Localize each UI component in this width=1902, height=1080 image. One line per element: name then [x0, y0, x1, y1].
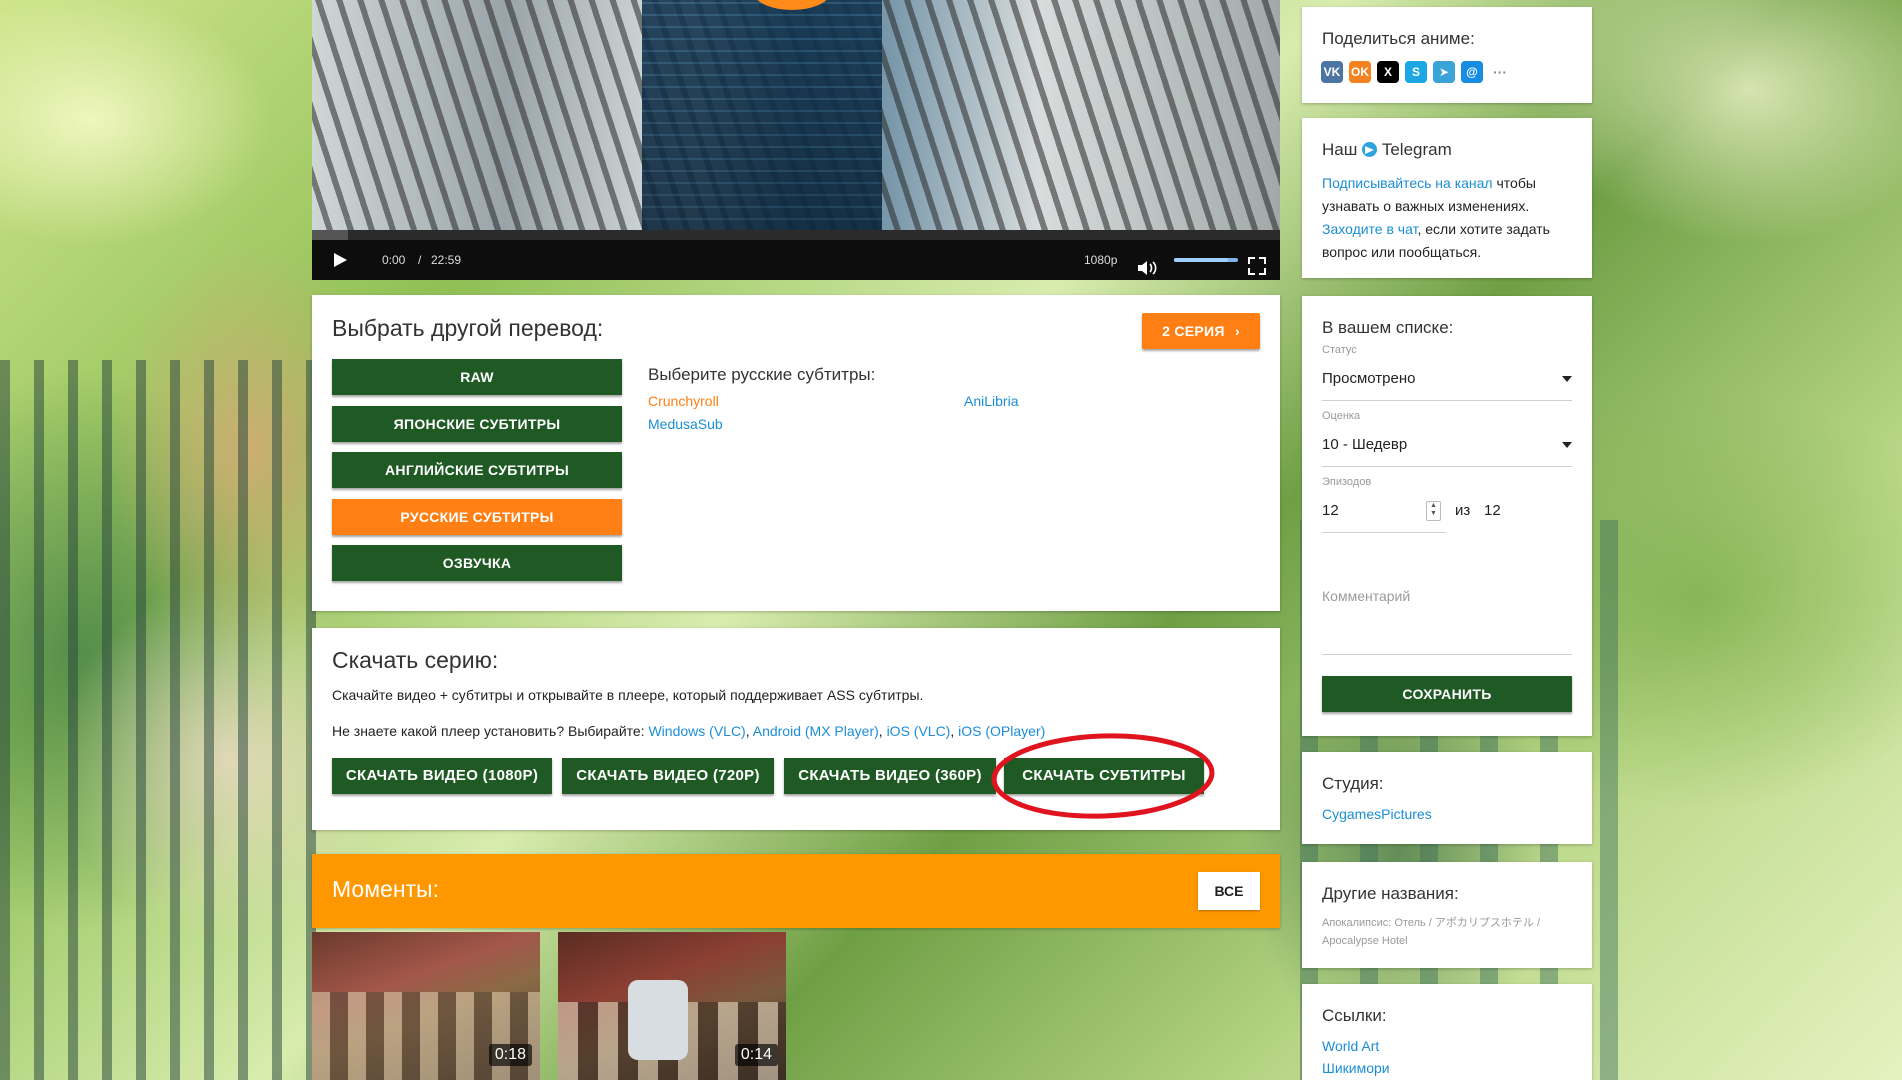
moments-all-button[interactable]: ВСЕ: [1198, 872, 1260, 910]
moment-thumbnail[interactable]: 0:14: [558, 932, 786, 1080]
player-link-ios-vlc[interactable]: iOS (VLC): [887, 723, 951, 739]
comment-field[interactable]: Комментарий: [1322, 588, 1410, 604]
link-world-art[interactable]: World Art: [1322, 1038, 1379, 1054]
save-button[interactable]: СОХРАНИТЬ: [1322, 676, 1572, 712]
translation-type-button[interactable]: АНГЛИЙСКИЕ СУБТИТРЫ: [332, 452, 622, 488]
video-progress-bar[interactable]: [312, 230, 1280, 240]
other-names-card: Другие названия: Апокалипсис: Отель / アポ…: [1302, 862, 1592, 968]
skype-icon[interactable]: S: [1405, 61, 1427, 83]
moimir-icon[interactable]: @: [1461, 61, 1483, 83]
video-frame-building: [642, 0, 882, 230]
time-separator: /: [418, 253, 422, 267]
download-720p-button[interactable]: СКАЧАТЬ ВИДЕО (720P): [562, 758, 774, 794]
video-buffer-bar: [312, 230, 348, 240]
chevron-right-icon: ›: [1234, 323, 1240, 339]
x-icon[interactable]: X: [1377, 61, 1399, 83]
fullscreen-icon[interactable]: [1248, 251, 1266, 275]
telegram-card: Наш Telegram Подписывайтесь на канал что…: [1302, 118, 1592, 278]
episodes-of: из: [1455, 502, 1471, 519]
other-names-title: Другие названия:: [1322, 884, 1459, 903]
translation-type-button[interactable]: RAW: [332, 359, 622, 395]
telegram-title: Наш Telegram: [1322, 140, 1452, 160]
sub-crunchyroll[interactable]: Crunchyroll: [648, 393, 719, 409]
episodes-underline: [1322, 532, 1446, 533]
download-1080p-button[interactable]: СКАЧАТЬ ВИДЕО (1080P): [332, 758, 552, 794]
volume-slider[interactable]: [1174, 258, 1238, 262]
episodes-total: 12: [1484, 502, 1501, 519]
status-underline: [1322, 400, 1572, 401]
list-title: В вашем списке:: [1322, 318, 1454, 337]
rating-select[interactable]: 10 - Шедевр: [1322, 436, 1407, 453]
next-episode-button[interactable]: 2 СЕРИЯ ›: [1142, 313, 1260, 349]
background-railing: [0, 360, 330, 1080]
share-title: Поделиться аниме:: [1322, 29, 1475, 48]
translation-type-button[interactable]: РУССКИЕ СУБТИТРЫ: [332, 498, 622, 535]
translation-card: Выбрать другой перевод: 2 СЕРИЯ › RAW ЯПО…: [312, 295, 1280, 611]
telegram-chat-link[interactable]: Заходите в чат: [1322, 221, 1417, 237]
telegram-text: Подписывайтесь на канал чтобы узнавать о…: [1322, 172, 1577, 264]
chevron-down-icon[interactable]: [1562, 376, 1572, 382]
rating-underline: [1322, 466, 1572, 467]
links-card: Ссылки: World Art Шикимори: [1302, 984, 1592, 1080]
moments-header: Моменты: ВСЕ: [312, 854, 1280, 928]
telegram-icon[interactable]: ➤: [1433, 61, 1455, 83]
separator: ,: [745, 723, 750, 739]
moment-duration: 0:14: [734, 1044, 778, 1066]
episodes-input[interactable]: 12: [1322, 502, 1339, 519]
video-controls: 0:00 / 22:59 1080p: [312, 240, 1280, 280]
share-icons: VK OK X S ➤ @ ···: [1321, 61, 1521, 83]
studio-link[interactable]: CygamesPictures: [1322, 806, 1432, 822]
player-link-android[interactable]: Android (MX Player): [753, 723, 879, 739]
play-icon[interactable]: [334, 253, 347, 267]
link-shikimori[interactable]: Шикимори: [1322, 1060, 1390, 1076]
highlight-ellipse: [991, 733, 1215, 819]
translation-type-button[interactable]: ЯПОНСКИЕ СУБТИТРЫ: [332, 405, 622, 442]
download-card: Скачать серию: Скачайте видео + субтитры…: [312, 628, 1280, 830]
separator: ,: [950, 723, 955, 739]
download-360p-button[interactable]: СКАЧАТЬ ВИДЕО (360P): [784, 758, 996, 794]
studio-card: Студия: CygamesPictures: [1302, 752, 1592, 844]
links-title: Ссылки:: [1322, 1006, 1387, 1025]
volume-icon[interactable]: [1138, 252, 1158, 275]
player-question: Не знаете какой плеер установить? Выбира…: [332, 723, 645, 739]
next-episode-label: 2 СЕРИЯ: [1162, 323, 1225, 339]
rating-label: Оценка: [1322, 410, 1361, 422]
player-link-windows[interactable]: Windows (VLC): [648, 723, 745, 739]
thumbnail-floor: [312, 992, 540, 1080]
time-total: 22:59: [431, 253, 462, 267]
other-names-value: Апокалипсис: Отель / アポカリプスホテル / Apocaly…: [1322, 917, 1541, 947]
subs-title: Выберите русские субтитры:: [648, 365, 876, 384]
download-description: Скачайте видео + субтитры и открывайте в…: [332, 687, 924, 703]
time-current: 0:00: [382, 253, 406, 267]
telegram-icon: [1362, 142, 1378, 157]
status-label: Статус: [1322, 344, 1357, 356]
user-list-card: В вашем списке: Статус Просмотрено Оценк…: [1302, 296, 1592, 736]
telegram-title-prefix: Наш: [1322, 140, 1358, 159]
download-title: Скачать серию:: [332, 647, 499, 673]
translation-type-button[interactable]: ОЗВУЧКА: [332, 545, 622, 581]
sub-medusasub[interactable]: MedusaSub: [648, 416, 723, 432]
moments-title: Моменты:: [332, 876, 439, 902]
translation-title: Выбрать другой перевод:: [332, 315, 604, 341]
thumbnail-figure: [628, 980, 688, 1060]
more-icon[interactable]: ···: [1489, 61, 1511, 83]
player-suggestion: Не знаете какой плеер установить? Выбира…: [332, 723, 1045, 739]
share-card: Поделиться аниме: VK OK X S ➤ @ ···: [1302, 7, 1592, 103]
studio-title: Студия:: [1322, 774, 1384, 793]
telegram-subscribe-link[interactable]: Подписывайтесь на канал: [1322, 175, 1493, 191]
moment-duration: 0:18: [488, 1044, 532, 1066]
video-player[interactable]: 0:00 / 22:59 1080p: [312, 0, 1280, 280]
status-select[interactable]: Просмотрено: [1322, 370, 1415, 387]
odnoklassniki-icon[interactable]: OK: [1349, 61, 1371, 83]
telegram-title-suffix: Telegram: [1381, 140, 1452, 159]
quality-selector[interactable]: 1080p: [1084, 240, 1117, 280]
episodes-stepper-icon[interactable]: ▲ ▼: [1426, 501, 1441, 521]
separator: ,: [878, 723, 883, 739]
sub-anilibria[interactable]: AniLibria: [964, 393, 1018, 409]
chevron-down-icon[interactable]: [1562, 442, 1572, 448]
comment-underline: [1322, 654, 1572, 655]
vk-icon[interactable]: VK: [1321, 61, 1343, 83]
moment-thumbnail[interactable]: 0:18: [312, 932, 540, 1080]
episodes-label: Эпизодов: [1322, 476, 1372, 488]
